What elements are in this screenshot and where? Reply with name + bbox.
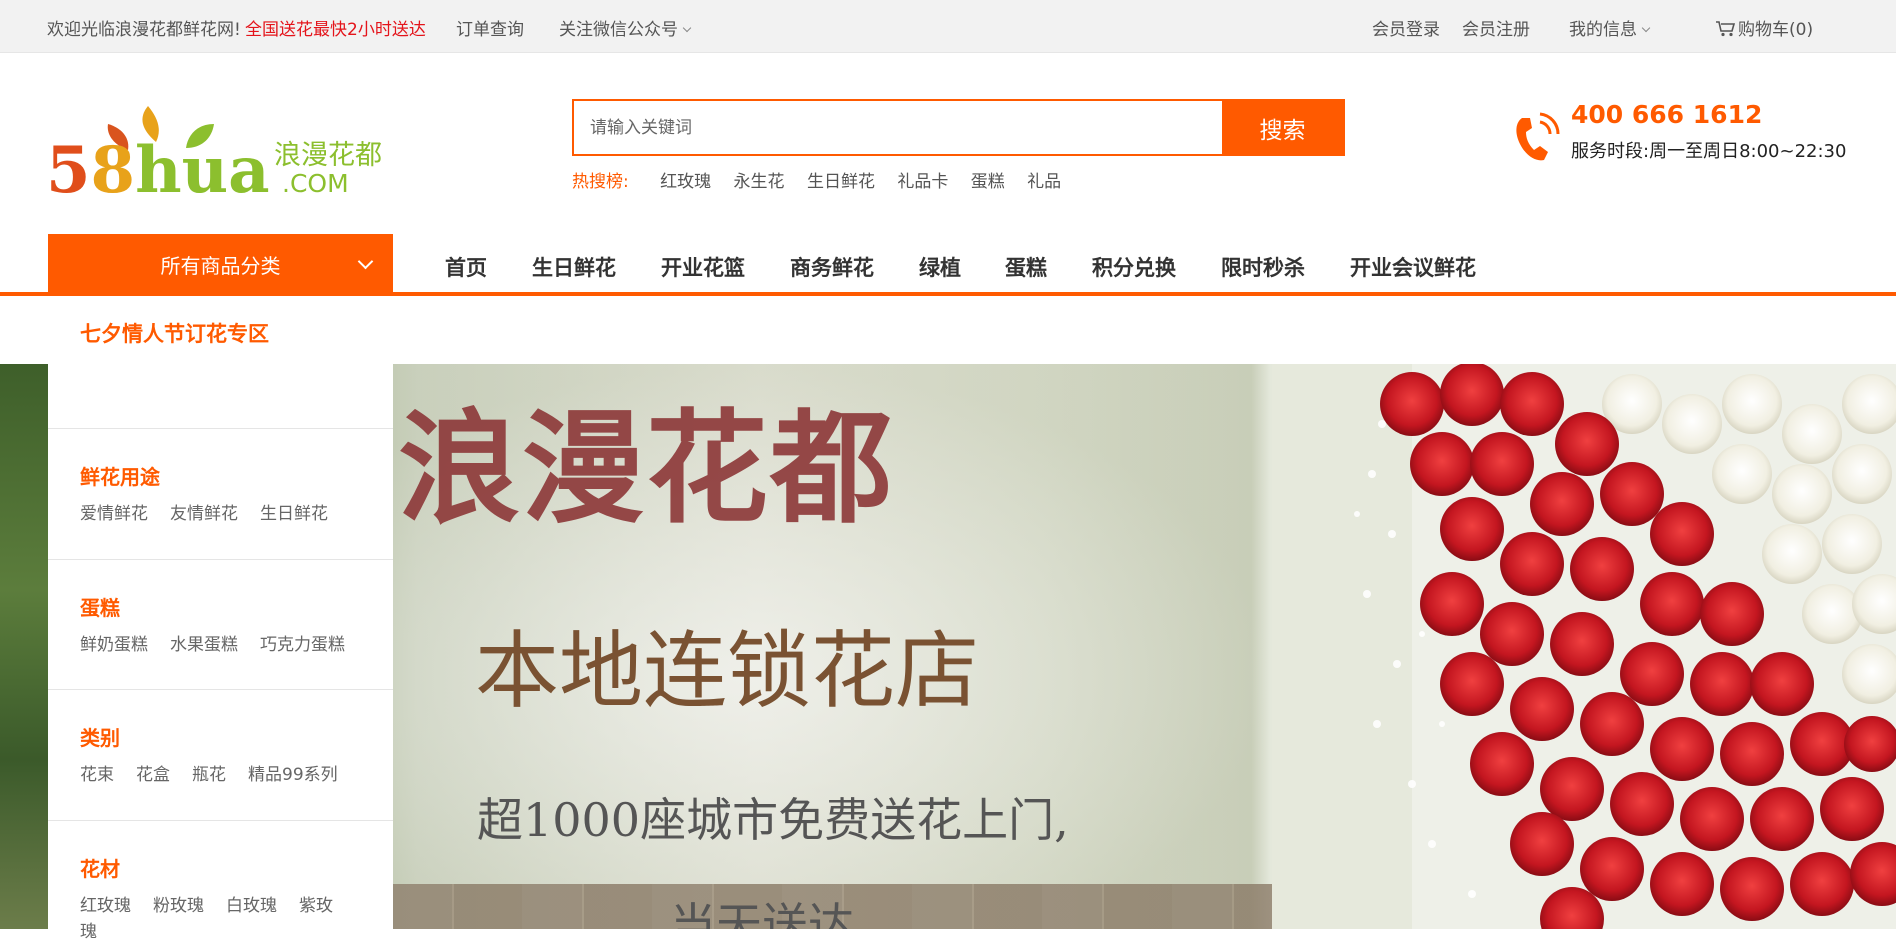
- category-sidebar: 鲜花用途 爱情鲜花 友情鲜花 生日鲜花 蛋糕 鲜奶蛋糕 水果蛋糕 巧克力蛋糕 类别 花束…: [48, 364, 393, 942]
- cart-icon: [1716, 21, 1736, 37]
- category-link[interactable]: 水果蛋糕: [170, 635, 238, 655]
- nav-item-meeting-flowers[interactable]: 开业会议鲜花: [1350, 252, 1476, 282]
- category-link[interactable]: 瓶花: [192, 765, 226, 785]
- my-info-menu[interactable]: 我的信息: [1569, 15, 1651, 40]
- login-link[interactable]: 会员登录: [1372, 15, 1440, 40]
- search-input[interactable]: [574, 101, 1222, 154]
- category-link[interactable]: 爱情鲜花: [80, 504, 148, 524]
- logo-wordmark: 58hua: [46, 133, 270, 200]
- banner-foliage-edge: [0, 364, 48, 929]
- logo-cn-text: 浪漫花都: [274, 140, 382, 171]
- category-links: 鲜奶蛋糕 水果蛋糕 巧克力蛋糕: [80, 632, 370, 658]
- nav-item-home[interactable]: 首页: [445, 252, 487, 282]
- category-title[interactable]: 花材: [80, 853, 120, 882]
- nav-item-business-flowers[interactable]: 商务鲜花: [790, 252, 874, 282]
- category-links: 花束 花盒 瓶花 精品99系列: [80, 762, 370, 788]
- cart-label: 购物车(0): [1738, 20, 1814, 40]
- category-title[interactable]: 蛋糕: [80, 592, 120, 621]
- category-group-types: 类别 花束 花盒 瓶花 精品99系列: [48, 689, 393, 820]
- rose-bouquet-image: [1272, 364, 1896, 929]
- category-link[interactable]: 白玫瑰: [226, 896, 277, 916]
- banner-title: 浪漫花都: [398, 396, 894, 540]
- hot-search-term[interactable]: 蛋糕: [971, 172, 1005, 192]
- search-bar: 搜索: [572, 99, 1345, 156]
- hot-search-term[interactable]: 生日鲜花: [807, 172, 875, 192]
- hot-search-term[interactable]: 红玫瑰: [660, 172, 711, 192]
- service-hours: 服务时段:周一至周日8:00~22:30: [1571, 141, 1847, 162]
- top-bar: 欢迎光临浪漫花都鲜花网! 全国送花最快2小时送达 订单查询 关注微信公众号 会员…: [0, 0, 1896, 53]
- logo-com-text: .COM: [282, 169, 349, 198]
- category-link[interactable]: 花束: [80, 765, 114, 785]
- category-group-flower-use: 鲜花用途 爱情鲜花 友情鲜花 生日鲜花: [48, 428, 393, 559]
- hot-searches-label: 热搜榜:: [572, 172, 629, 192]
- banner-line-1: 超1000座城市免费送花上门,: [477, 793, 1069, 847]
- hot-searches: 热搜榜: 红玫瑰 永生花 生日鲜花 礼品卡 蛋糕 礼品: [572, 167, 1078, 192]
- hot-search-term[interactable]: 礼品: [1027, 172, 1061, 192]
- chevron-down-icon: [357, 253, 374, 270]
- nav-item-plants[interactable]: 绿植: [919, 252, 961, 282]
- category-links: 爱情鲜花 友情鲜花 生日鲜花: [80, 501, 370, 527]
- nav-item-opening-baskets[interactable]: 开业花篮: [661, 252, 745, 282]
- register-link[interactable]: 会员注册: [1462, 15, 1530, 40]
- delivery-promo-link[interactable]: 全国送花最快2小时送达: [245, 15, 426, 40]
- category-link[interactable]: 巧克力蛋糕: [260, 635, 345, 655]
- nav-item-flash-sale[interactable]: 限时秒杀: [1221, 252, 1305, 282]
- valentine-promo-link[interactable]: 七夕情人节订花专区: [80, 318, 269, 348]
- chevron-down-icon: [682, 23, 692, 33]
- all-categories-button[interactable]: 所有商品分类: [48, 234, 393, 294]
- category-link[interactable]: 粉玫瑰: [153, 896, 204, 916]
- category-title[interactable]: 类别: [80, 722, 120, 751]
- my-info-label: 我的信息: [1569, 20, 1637, 40]
- cart-link[interactable]: 购物车(0): [1716, 15, 1813, 40]
- phone-icon: [1516, 112, 1560, 161]
- hot-search-term[interactable]: 礼品卡: [897, 172, 948, 192]
- category-link[interactable]: 友情鲜花: [170, 504, 238, 524]
- category-group-cakes: 蛋糕 鲜奶蛋糕 水果蛋糕 巧克力蛋糕: [48, 559, 393, 689]
- category-link[interactable]: 鲜奶蛋糕: [80, 635, 148, 655]
- category-group-flower-materials: 花材 红玫瑰 粉玫瑰 白玫瑰 紫玫瑰: [48, 820, 393, 942]
- nav-item-birthday-flowers[interactable]: 生日鲜花: [532, 252, 616, 282]
- banner-subtitle: 本地连锁花店: [475, 622, 980, 720]
- category-link[interactable]: 生日鲜花: [260, 504, 328, 524]
- all-categories-label: 所有商品分类: [160, 253, 281, 278]
- chevron-down-icon: [1641, 23, 1651, 33]
- category-link[interactable]: 精品99系列: [248, 765, 338, 785]
- category-link[interactable]: 花盒: [136, 765, 170, 785]
- site-logo[interactable]: 58hua 浪漫花都 .COM: [46, 96, 386, 200]
- search-button[interactable]: 搜索: [1222, 101, 1343, 154]
- wechat-follow-menu[interactable]: 关注微信公众号: [559, 15, 692, 40]
- welcome-text: 欢迎光临浪漫花都鲜花网!: [47, 20, 241, 40]
- nav-item-points-exchange[interactable]: 积分兑换: [1092, 252, 1176, 282]
- category-link[interactable]: 红玫瑰: [80, 896, 131, 916]
- category-title[interactable]: 鲜花用途: [80, 461, 160, 490]
- nav-item-cakes[interactable]: 蛋糕: [1005, 252, 1047, 282]
- wechat-follow-label: 关注微信公众号: [559, 20, 678, 40]
- order-query-link[interactable]: 订单查询: [456, 15, 524, 40]
- banner-line-2: 当天送达: [670, 898, 854, 929]
- category-links: 红玫瑰 粉玫瑰 白玫瑰 紫玫瑰: [80, 893, 370, 945]
- service-phone-number: 400 666 1612: [1571, 100, 1763, 129]
- hot-search-term[interactable]: 永生花: [734, 172, 785, 192]
